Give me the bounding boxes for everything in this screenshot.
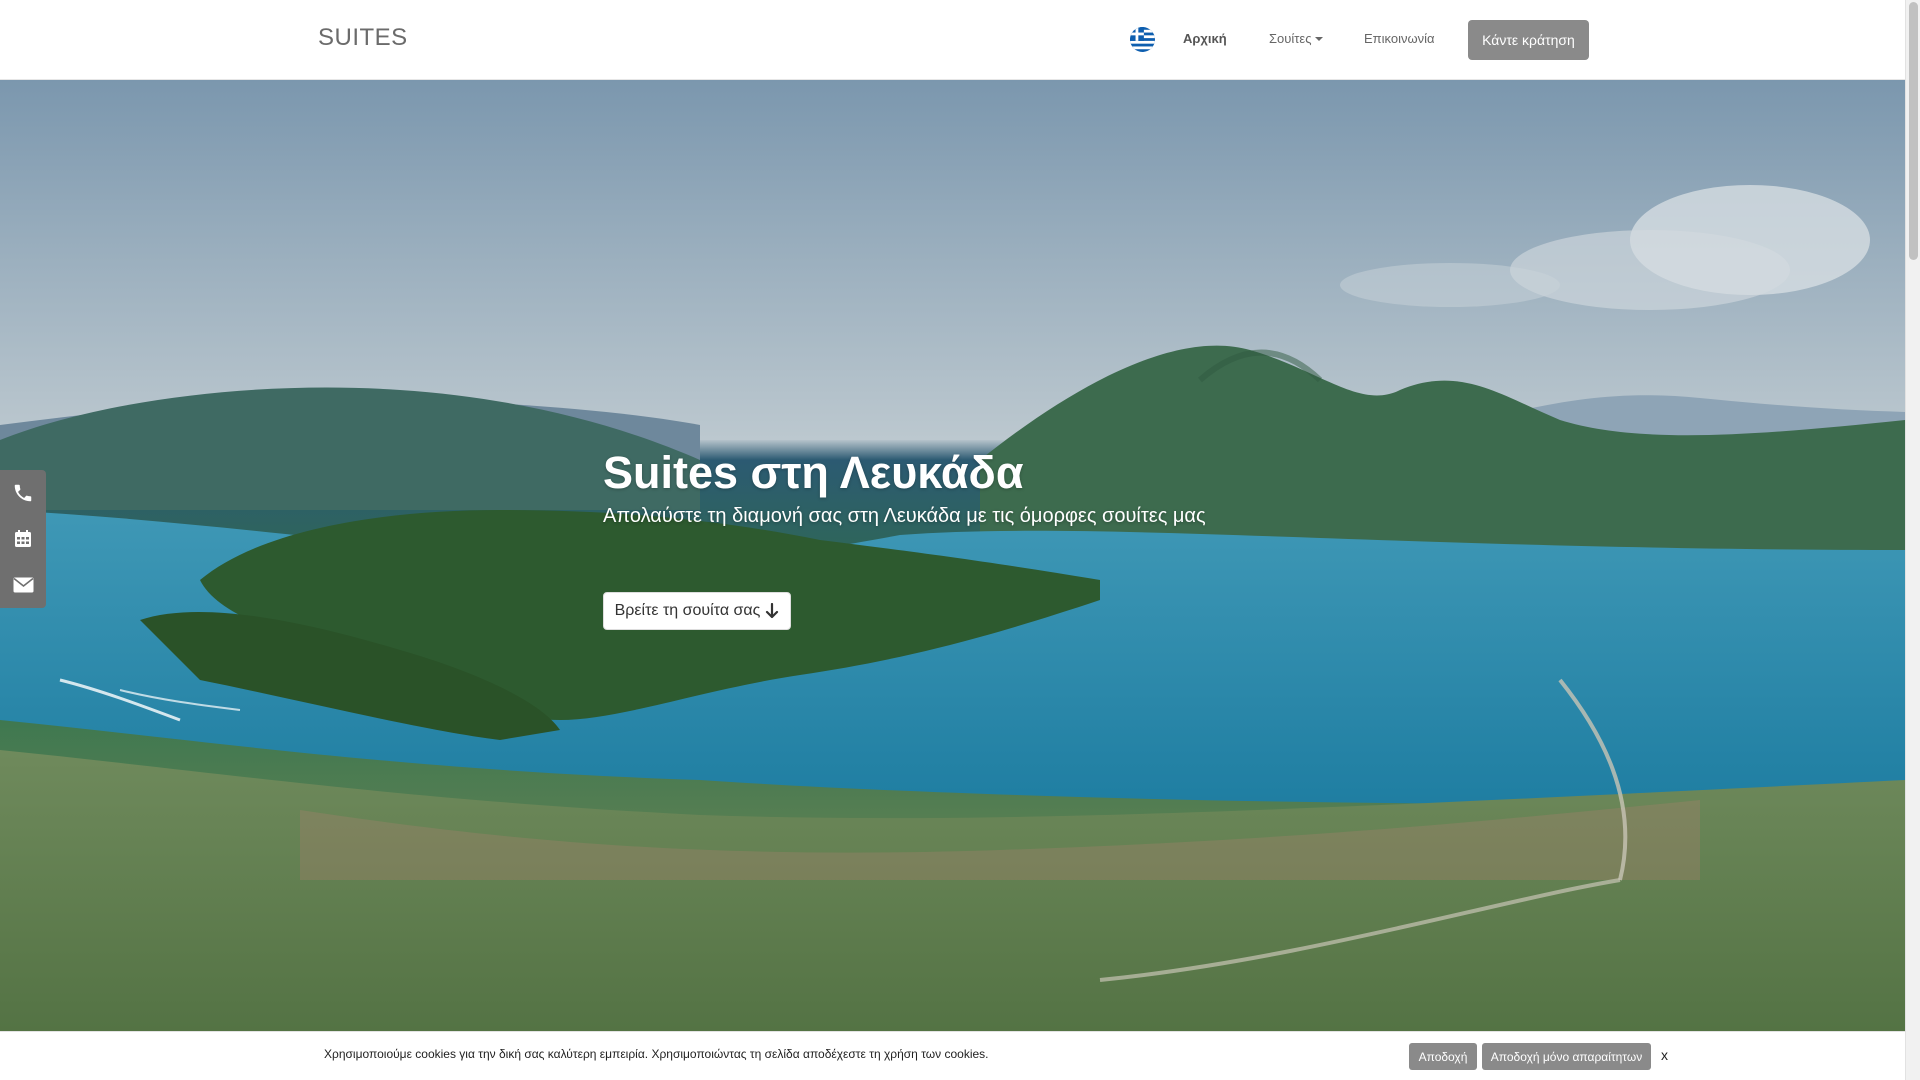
side-contact-bar [0, 470, 46, 608]
cookie-consent-bar: Χρησιμοποιούμε cookies για την δική σας … [0, 1031, 1905, 1080]
caret-down-icon [1315, 37, 1324, 41]
nav-contact[interactable]: Επικοινωνία [1364, 31, 1435, 46]
side-email-button[interactable] [0, 562, 46, 608]
side-phone-button[interactable] [0, 470, 46, 516]
cookie-accept-button[interactable]: Αποδοχή [1409, 1043, 1477, 1070]
find-suite-label: Βρείτε τη σουίτα σας [614, 602, 761, 619]
greece-flag-icon[interactable] [1130, 27, 1155, 52]
arrow-down-icon [766, 603, 779, 619]
scrollbar-thumb[interactable] [1909, 2, 1918, 260]
book-now-button[interactable]: Κάντε κράτηση [1468, 20, 1589, 60]
brand-logo[interactable]: SUITES [318, 24, 408, 52]
nav-suites-dropdown[interactable]: Σουίτες [1269, 31, 1324, 46]
hero-title: Suites στη Λευκάδα [603, 447, 1024, 498]
page-scrollbar[interactable] [1905, 0, 1920, 1080]
calendar-icon [15, 530, 31, 547]
hero-subtitle: Απολαύστε τη διαμονή σας στη Λευκάδα με … [603, 505, 1206, 527]
cookie-accept-necessary-button[interactable]: Αποδοχή μόνο απαραίτητων [1482, 1043, 1651, 1070]
cookie-close-button[interactable]: x [1661, 1047, 1668, 1063]
find-suite-button[interactable]: Βρείτε τη σουίτα σας [603, 592, 791, 630]
phone-icon [14, 484, 32, 502]
hero-background-image [0, 80, 1905, 1080]
side-calendar-button[interactable] [0, 516, 46, 562]
navbar: SUITES Αρχική Σουίτες Επικοινωνία Κάντε … [0, 0, 1905, 80]
cookie-message: Χρησιμοποιούμε cookies για την δική σας … [324, 1047, 989, 1061]
nav-suites-label: Σουίτες [1269, 31, 1312, 46]
envelope-icon [13, 577, 33, 593]
nav-home[interactable]: Αρχική [1183, 31, 1227, 46]
hero-section: Suites στη Λευκάδα Απολαύστε τη διαμονή … [0, 80, 1905, 1080]
